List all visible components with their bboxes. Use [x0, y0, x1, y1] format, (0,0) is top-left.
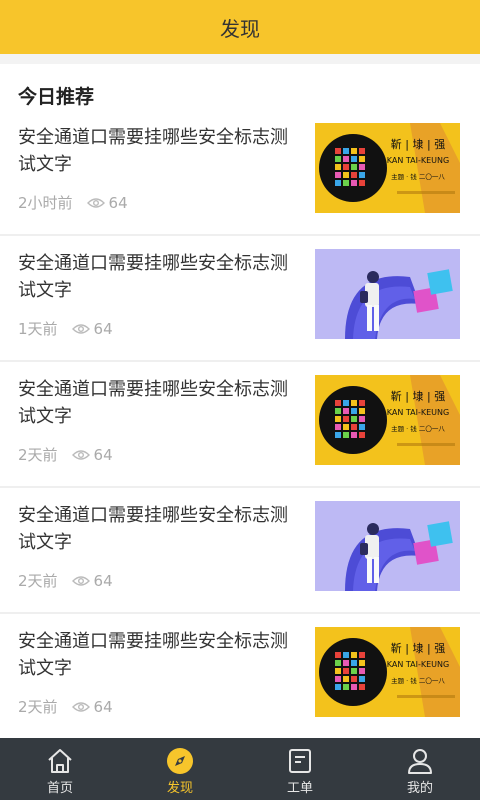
article-time: 2小时前 [18, 194, 73, 212]
poster-subtitle: 主题 · 钱 二〇一八 [391, 676, 445, 685]
poster-name-cn: 靳 | 埭 | 强 [391, 137, 445, 151]
article-thumbnail: 靳 | 埭 | 强 KAN TAI-KEUNG 主题 · 钱 二〇一八 [315, 375, 460, 465]
tab-work-order[interactable]: 工单 [240, 738, 360, 800]
poster-subtitle: 主题 · 钱 二〇一八 [391, 424, 445, 433]
poster-subtitle: 主题 · 钱 二〇一八 [391, 172, 445, 181]
header-divider [0, 54, 480, 64]
article-meta: 2天前 64 [18, 444, 113, 465]
home-icon [48, 749, 72, 773]
tab-home[interactable]: 首页 [0, 738, 120, 800]
poster-name-cn: 靳 | 埭 | 强 [391, 389, 445, 403]
eye-icon [71, 449, 90, 460]
page-title: 发现 [220, 16, 260, 41]
article-views: 64 [71, 319, 113, 338]
article-views: 64 [71, 445, 113, 464]
article-item[interactable]: 安全通道口需要挂哪些安全标志测试文字 2天前 64 靳 | 埭 | 强 KAN … [0, 362, 480, 488]
bottom-tab-bar: 首页 发现 工单 我的 [0, 738, 480, 800]
eye-icon [86, 197, 105, 208]
article-views: 64 [71, 571, 113, 590]
tab-label: 首页 [46, 781, 73, 796]
article-views: 64 [71, 697, 113, 716]
article-title: 安全通道口需要挂哪些安全标志测试文字 [18, 253, 288, 301]
header-bar: 发现 [0, 0, 480, 54]
view-count: 64 [93, 319, 113, 338]
article-thumbnail [315, 501, 460, 591]
tab-label: 工单 [286, 781, 313, 796]
article-time: 2天前 [18, 446, 58, 464]
poster-name-en: KAN TAI-KEUNG [387, 408, 449, 417]
eye-icon [71, 323, 90, 334]
article-meta: 1天前 64 [18, 318, 113, 339]
article-time: 2天前 [18, 698, 58, 716]
poster-name-cn: 靳 | 埭 | 强 [391, 641, 445, 655]
tab-discover[interactable]: 发现 [120, 738, 240, 800]
tab-profile[interactable]: 我的 [360, 738, 480, 800]
eye-icon [71, 575, 90, 586]
tab-label: 我的 [406, 781, 433, 796]
article-item[interactable]: 安全通道口需要挂哪些安全标志测试文字 1天前 64 [0, 236, 480, 362]
article-thumbnail [315, 249, 460, 339]
article-item[interactable]: 安全通道口需要挂哪些安全标志测试文字 2小时前 64 靳 | 埭 | 强 KAN… [0, 110, 480, 236]
view-count: 64 [93, 571, 113, 590]
article-meta: 2小时前 64 [18, 192, 128, 213]
article-meta: 2天前 64 [18, 696, 113, 717]
article-time: 2天前 [18, 572, 58, 590]
article-title: 安全通道口需要挂哪些安全标志测试文字 [18, 127, 288, 175]
article-item[interactable]: 安全通道口需要挂哪些安全标志测试文字 2天前 64 靳 | 埭 | 强 KAN … [0, 614, 480, 740]
section-title: 今日推荐 [18, 86, 95, 108]
view-count: 64 [93, 445, 113, 464]
article-list: 安全通道口需要挂哪些安全标志测试文字 2小时前 64 靳 | 埭 | 强 KAN… [0, 110, 480, 740]
article-meta: 2天前 64 [18, 570, 113, 591]
article-views: 64 [86, 193, 128, 212]
eye-icon [71, 701, 90, 712]
article-title: 安全通道口需要挂哪些安全标志测试文字 [18, 379, 288, 427]
tab-label: 发现 [166, 781, 193, 796]
article-thumbnail: 靳 | 埭 | 强 KAN TAI-KEUNG 主题 · 钱 二〇一八 [315, 123, 460, 213]
view-count: 64 [108, 193, 128, 212]
document-icon [289, 749, 311, 773]
user-icon [408, 749, 432, 774]
view-count: 64 [93, 697, 113, 716]
article-item[interactable]: 安全通道口需要挂哪些安全标志测试文字 2天前 64 [0, 488, 480, 614]
article-thumbnail: 靳 | 埭 | 强 KAN TAI-KEUNG 主题 · 钱 二〇一八 [315, 627, 460, 717]
compass-icon [167, 748, 193, 774]
article-title: 安全通道口需要挂哪些安全标志测试文字 [18, 505, 288, 553]
article-time: 1天前 [18, 320, 58, 338]
poster-name-en: KAN TAI-KEUNG [387, 660, 449, 669]
article-title: 安全通道口需要挂哪些安全标志测试文字 [18, 631, 288, 679]
poster-name-en: KAN TAI-KEUNG [387, 156, 449, 165]
